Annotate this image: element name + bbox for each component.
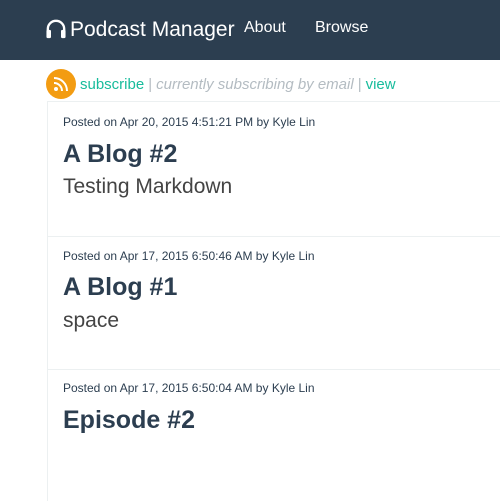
view-link[interactable]: view bbox=[366, 76, 396, 93]
nav-browse-link[interactable]: Browse bbox=[315, 19, 368, 37]
post-list: Posted on Apr 20, 2015 4:51:21 PM by Kyl… bbox=[47, 101, 500, 501]
headphones-icon bbox=[46, 19, 66, 38]
top-navbar: Podcast Manager About Browse bbox=[0, 0, 500, 60]
post-item[interactable]: Posted on Apr 17, 2015 6:50:04 AM by Kyl… bbox=[48, 370, 500, 502]
separator: | bbox=[148, 75, 153, 93]
post-item[interactable]: Posted on Apr 20, 2015 4:51:21 PM by Kyl… bbox=[48, 102, 500, 237]
post-meta: Posted on Apr 17, 2015 6:50:04 AM by Kyl… bbox=[63, 381, 315, 395]
brand-link[interactable]: Podcast Manager bbox=[45, 18, 235, 42]
post-title[interactable]: A Blog #2 bbox=[63, 140, 177, 169]
post-title[interactable]: A Blog #1 bbox=[63, 273, 177, 302]
rss-icon[interactable] bbox=[46, 69, 76, 99]
subscription-status: currently subscribing by email bbox=[156, 75, 354, 93]
brand-name: Podcast Manager bbox=[70, 18, 235, 41]
post-item[interactable]: Posted on Apr 17, 2015 6:50:46 AM by Kyl… bbox=[48, 237, 500, 370]
subscription-bar: subscribe | currently subscribing by ema… bbox=[46, 69, 396, 99]
subscribe-link[interactable]: subscribe bbox=[80, 76, 144, 93]
post-meta: Posted on Apr 20, 2015 4:51:21 PM by Kyl… bbox=[63, 115, 316, 129]
separator: | bbox=[357, 75, 362, 93]
nav-about-link[interactable]: About bbox=[244, 19, 286, 37]
post-summary: Testing Markdown bbox=[63, 175, 233, 198]
post-summary: space bbox=[63, 309, 120, 332]
post-title[interactable]: Episode #2 bbox=[63, 406, 195, 435]
post-meta: Posted on Apr 17, 2015 6:50:46 AM by Kyl… bbox=[63, 249, 315, 263]
